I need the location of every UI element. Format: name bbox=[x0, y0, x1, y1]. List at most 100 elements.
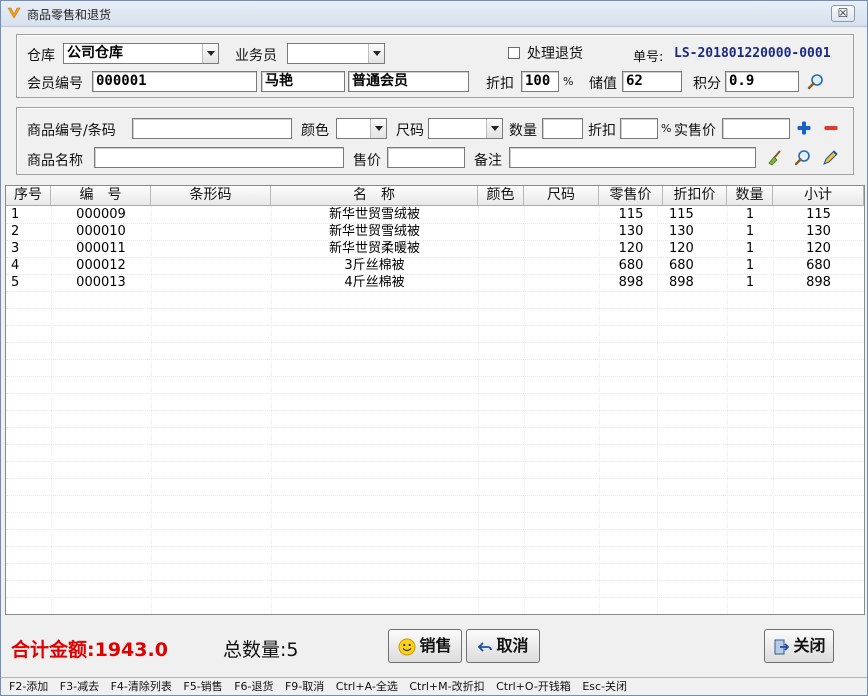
actual-price-label: 实售价 bbox=[674, 123, 716, 139]
product-name-field[interactable] bbox=[94, 147, 344, 168]
remark-label: 备注 bbox=[474, 153, 502, 169]
col-header[interactable]: 条形码 bbox=[151, 186, 271, 206]
table-cell bbox=[478, 275, 524, 292]
table-cell: 1 bbox=[745, 258, 755, 273]
table-cell: 115 bbox=[669, 207, 694, 222]
grid-column-line bbox=[599, 206, 600, 614]
chevron-down-icon[interactable] bbox=[486, 119, 502, 138]
grid-line bbox=[6, 257, 864, 258]
product-name-label: 商品名称 bbox=[27, 153, 83, 169]
discount-field[interactable]: 100 bbox=[521, 71, 559, 92]
col-header[interactable]: 编 号 bbox=[51, 186, 151, 206]
return-checkbox-label[interactable]: 处理退货 bbox=[527, 43, 583, 63]
col-header[interactable]: 序号 bbox=[6, 186, 51, 206]
product-search-icon[interactable] bbox=[794, 149, 812, 167]
grid-line bbox=[6, 580, 864, 581]
col-header[interactable]: 小计 bbox=[773, 186, 864, 206]
items-table[interactable]: 序号 编 号 条形码 名 称 颜色 尺码 零售价 折扣价 数量 小计 1 0000… bbox=[5, 185, 865, 615]
total-amount: 合计金额:1943.0 bbox=[11, 635, 168, 662]
col-header[interactable]: 零售价 bbox=[599, 186, 663, 206]
product-code-field[interactable] bbox=[132, 118, 292, 139]
table-cell: 000013 bbox=[76, 275, 126, 290]
grid-column-line bbox=[773, 206, 774, 614]
table-cell: 新华世贸雪绒被 bbox=[328, 224, 420, 239]
cancel-button-label: 取消 bbox=[496, 636, 529, 655]
col-header[interactable]: 数量 bbox=[727, 186, 773, 206]
grid-column-line bbox=[657, 206, 658, 614]
grid-column-line bbox=[151, 206, 152, 614]
actual-price-field[interactable] bbox=[722, 118, 790, 139]
table-cell bbox=[151, 241, 271, 258]
close-button[interactable]: 关闭 bbox=[764, 629, 834, 663]
sell-button[interactable]: 销售 bbox=[388, 629, 462, 663]
table-cell: 680 bbox=[618, 258, 644, 273]
member-no-label: 会员编号 bbox=[27, 76, 83, 92]
table-cell bbox=[478, 258, 524, 275]
table-cell bbox=[524, 258, 599, 275]
table-cell bbox=[151, 258, 271, 275]
entry-discount-field[interactable] bbox=[620, 118, 658, 139]
table-cell: 1 bbox=[745, 241, 755, 256]
quantity-label: 数量 bbox=[509, 123, 537, 139]
salesperson-select[interactable] bbox=[287, 43, 385, 64]
grid-line bbox=[6, 529, 864, 530]
table-cell: 新华世贸雪绒被 bbox=[328, 207, 420, 222]
table-cell: 1 bbox=[745, 207, 755, 222]
shortcut-hint: Esc-关闭 bbox=[582, 680, 628, 693]
col-header[interactable]: 尺码 bbox=[524, 186, 599, 206]
table-cell: 000011 bbox=[76, 241, 126, 256]
edit-pen-icon[interactable] bbox=[821, 149, 839, 167]
color-select[interactable] bbox=[336, 118, 387, 139]
table-cell bbox=[478, 241, 524, 258]
table-row[interactable]: 5 000013 4斤丝棉被 898 898 1 898 bbox=[6, 275, 864, 292]
grid-line bbox=[6, 461, 864, 462]
warehouse-select[interactable]: 公司仓库 bbox=[63, 43, 219, 64]
table-row[interactable]: 1 000009 新华世贸雪绒被 115 115 1 115 bbox=[6, 207, 864, 224]
table-cell: 680 bbox=[669, 258, 694, 273]
table-cell: 115 bbox=[806, 207, 831, 222]
points-label: 积分 bbox=[693, 76, 721, 92]
chevron-down-icon[interactable] bbox=[202, 44, 218, 63]
shortcut-hint: F2-添加 bbox=[9, 680, 49, 693]
grid-line bbox=[6, 478, 864, 479]
chevron-down-icon[interactable] bbox=[368, 44, 384, 63]
col-header[interactable]: 颜色 bbox=[478, 186, 524, 206]
window-close-button[interactable]: ☒ bbox=[831, 5, 855, 22]
remark-field[interactable] bbox=[509, 147, 756, 168]
member-level-field[interactable]: 普通会员 bbox=[348, 71, 469, 92]
table-cell bbox=[151, 207, 271, 224]
stored-value-label: 储值 bbox=[589, 76, 617, 92]
smiley-icon bbox=[398, 638, 416, 655]
entry-discount-label: 折扣 bbox=[588, 123, 616, 139]
col-header[interactable]: 折扣价 bbox=[663, 186, 727, 206]
cancel-button[interactable]: 取消 bbox=[466, 629, 540, 663]
size-select[interactable] bbox=[428, 118, 503, 139]
chevron-down-icon[interactable] bbox=[370, 119, 386, 138]
member-name-field[interactable]: 马艳 bbox=[261, 71, 345, 92]
table-row[interactable]: 2 000010 新华世贸雪绒被 130 130 1 130 bbox=[6, 224, 864, 241]
member-no-field[interactable]: 000001 bbox=[92, 71, 257, 92]
entry-discount-unit: % bbox=[661, 122, 672, 135]
order-no-value: LS-201801220000-0001 bbox=[674, 46, 831, 61]
clear-broom-icon[interactable] bbox=[766, 149, 784, 167]
table-row[interactable]: 3 000011 新华世贸柔暖被 120 120 1 120 bbox=[6, 241, 864, 258]
price-field[interactable] bbox=[387, 147, 465, 168]
grid-line bbox=[6, 410, 864, 411]
minus-icon[interactable] bbox=[822, 119, 840, 137]
shortcut-hint: F3-减去 bbox=[59, 680, 100, 693]
return-checkbox[interactable] bbox=[508, 47, 520, 59]
warehouse-label: 仓库 bbox=[27, 48, 55, 64]
member-search-icon[interactable] bbox=[807, 73, 825, 91]
quantity-field[interactable] bbox=[542, 118, 583, 139]
table-header: 序号 编 号 条形码 名 称 颜色 尺码 零售价 折扣价 数量 小计 bbox=[6, 186, 864, 206]
table-cell: 3 bbox=[11, 241, 20, 256]
col-header[interactable]: 名 称 bbox=[271, 186, 478, 206]
shortcut-bar: F2-添加 F3-减去 F4-清除列表 F5-销售 F6-退货 F9-取消 Ct… bbox=[1, 677, 867, 695]
shortcut-hint: F9-取消 bbox=[284, 680, 325, 693]
stored-value-field[interactable]: 62 bbox=[622, 71, 682, 92]
table-row[interactable]: 4 000012 3斤丝棉被 680 680 1 680 bbox=[6, 258, 864, 275]
entry-panel: 商品编号/条码 颜色 尺码 数量 折扣 % 实售价 商品名称 售价 备注 bbox=[16, 107, 854, 175]
plus-icon[interactable] bbox=[795, 119, 813, 137]
points-field[interactable]: 0.9 bbox=[725, 71, 799, 92]
table-cell: 5 bbox=[11, 275, 20, 290]
